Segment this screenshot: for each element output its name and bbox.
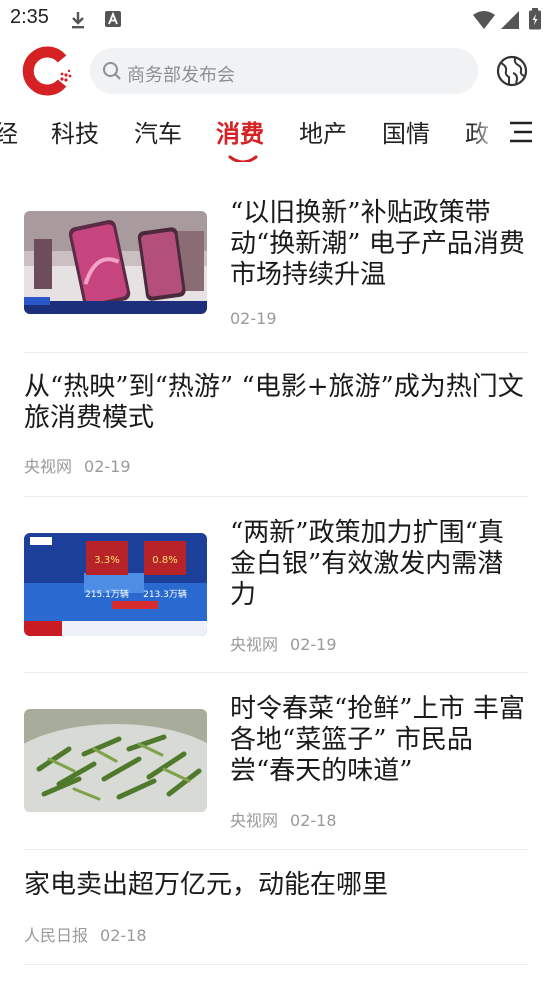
tab-national[interactable]: 国情: [382, 114, 430, 149]
divider: [24, 352, 528, 353]
category-tabs: 经 科技 汽车 消费 地产 国情 政: [0, 106, 553, 162]
top-header: 商务部发布会: [0, 38, 553, 106]
app-screen: 2:35 商务部发布会 经 科技 汽车 消费 地产 国情 “以旧换新”补贴政策带…: [0, 0, 553, 984]
news-date: 02-18: [100, 926, 147, 945]
wifi-icon: [472, 10, 496, 34]
channel-menu-button[interactable]: [500, 106, 553, 162]
news-title: 从“热映”到“热游” “电影+旅游”成为热门文旅消费模式: [24, 372, 524, 433]
news-source: 人民日报: [24, 926, 89, 945]
active-tab-indicator: [228, 150, 258, 162]
news-source: 央视网: [230, 635, 279, 654]
news-title: “两新”政策加力扩围“真金白银”有效激发内需潜力: [230, 518, 504, 610]
battery-icon: [528, 8, 542, 34]
signal-icon: [500, 10, 520, 34]
tabs-fade: [470, 106, 500, 162]
thumb-stat: 0.8%: [152, 555, 177, 566]
news-source: 央视网: [24, 457, 73, 476]
divider: [24, 672, 528, 673]
status-time: 2:35: [10, 6, 49, 28]
news-meta: 人民日报 02-18: [24, 922, 147, 946]
news-title: 家电卖出超万亿元，动能在哪里: [24, 870, 389, 900]
news-source: 央视网: [230, 811, 279, 830]
news-meta: 央视网 02-19: [24, 453, 131, 477]
status-bar: 2:35: [0, 0, 553, 38]
news-item[interactable]: 家电卖出超万亿元，动能在哪里 人民日报 02-18: [24, 870, 528, 950]
search-bar[interactable]: 商务部发布会: [90, 48, 478, 94]
search-placeholder: 商务部发布会: [127, 65, 235, 86]
news-meta: 央视网 02-19: [230, 631, 337, 655]
news-title: “以旧换新”补贴政策带动“换新潮” 电子产品消费市场持续升温: [230, 198, 525, 290]
thumb-stat: 213.3万辆: [143, 588, 187, 600]
tab-finance[interactable]: 经: [0, 114, 18, 149]
news-thumbnail: 3.3% 0.8% 215.1万辆 213.3万辆: [24, 533, 207, 636]
news-item[interactable]: 从“热映”到“热游” “电影+旅游”成为热门文旅消费模式 央视网 02-19: [24, 372, 528, 477]
thumb-stat: 215.1万辆: [85, 588, 129, 600]
divider: [24, 496, 528, 497]
news-date: 02-19: [230, 309, 277, 328]
tab-consumption[interactable]: 消费: [216, 114, 264, 149]
news-title: 时令春菜“抢鲜”上市 丰富各地“菜篮子” 市民品尝“春天的味道”: [230, 694, 525, 786]
news-date: 02-19: [290, 635, 337, 654]
search-icon: [102, 61, 122, 85]
news-thumbnail: [24, 211, 207, 314]
news-meta: 央视网 02-18: [230, 807, 337, 831]
news-item[interactable]: “以旧换新”补贴政策带动“换新潮” 电子产品消费市场持续升温 02-19: [24, 198, 528, 338]
download-icon: [68, 10, 88, 34]
tab-tech[interactable]: 科技: [51, 114, 99, 149]
news-date: 02-19: [84, 457, 131, 476]
font-a-icon: [104, 10, 122, 32]
divider: [24, 964, 528, 965]
news-date: 02-18: [290, 811, 337, 830]
tab-auto[interactable]: 汽车: [134, 114, 182, 149]
news-item[interactable]: 时令春菜“抢鲜”上市 丰富各地“菜篮子” 市民品尝“春天的味道” 央视网 02-1…: [24, 694, 528, 834]
app-logo[interactable]: [22, 45, 74, 97]
divider: [24, 849, 528, 850]
news-thumbnail: [24, 709, 207, 812]
news-item[interactable]: 3.3% 0.8% 215.1万辆 213.3万辆 “两新”政策加力扩围“真金白…: [24, 518, 528, 658]
tab-real-estate[interactable]: 地产: [299, 114, 347, 149]
news-meta: 02-19: [230, 309, 277, 328]
globe-icon[interactable]: [495, 54, 529, 88]
thumb-stat: 3.3%: [94, 555, 119, 566]
